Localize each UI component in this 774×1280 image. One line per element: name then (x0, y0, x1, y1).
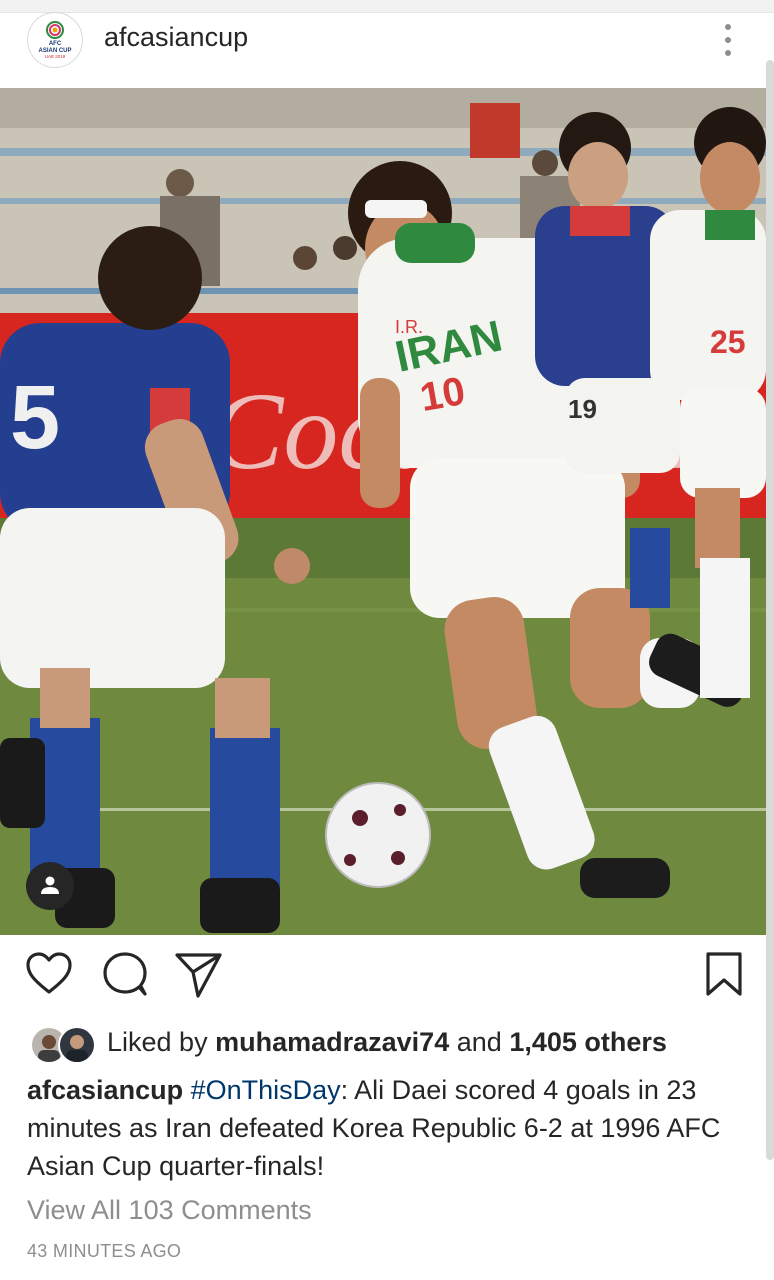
jersey-number-19: 19 (568, 394, 597, 424)
bookmark-icon (706, 952, 742, 996)
likes-count[interactable]: 1,405 others (509, 1027, 667, 1057)
football-photo: Coca-Cola 5 IRAN 10 I.R. (0, 88, 766, 935)
jersey-number-25: 25 (710, 324, 746, 360)
more-options-button[interactable] (715, 20, 741, 60)
view-all-comments-link[interactable]: View All 103 Comments (27, 1195, 312, 1226)
likes-and: and (456, 1027, 502, 1057)
share-button[interactable] (174, 950, 224, 1003)
likes-summary: Liked by muhamadrazavi74 and 1,405 other… (107, 1027, 667, 1058)
tagged-people-button[interactable] (26, 862, 74, 910)
post-photo[interactable]: Coca-Cola 5 IRAN 10 I.R. (0, 88, 766, 935)
account-avatar[interactable]: AFC ASIAN CUP UAE 2019 (27, 12, 83, 68)
jersey-prefix: I.R. (395, 317, 423, 337)
send-icon (175, 953, 222, 998)
afc-logo: AFC ASIAN CUP UAE 2019 (29, 14, 81, 66)
logo-line-1: AFC (49, 41, 62, 47)
post-username[interactable]: afcasiancup (104, 22, 248, 53)
heart-icon (26, 952, 72, 994)
more-vertical-icon (725, 24, 731, 30)
like-button[interactable] (25, 950, 73, 1003)
post-timestamp: 43 MINUTES AGO (27, 1241, 182, 1261)
caption-hashtag[interactable]: #OnThisDay (191, 1075, 341, 1105)
more-dot (725, 50, 731, 56)
more-dot (725, 37, 731, 43)
liker-avatar (58, 1026, 96, 1064)
likes-row[interactable]: Liked by muhamadrazavi74 and 1,405 other… (30, 1024, 750, 1064)
comment-button[interactable] (101, 950, 149, 1003)
logo-line-3: UAE 2019 (45, 54, 66, 59)
caption-username[interactable]: afcasiancup (27, 1075, 183, 1105)
svg-text:5: 5 (10, 368, 60, 468)
post-header: AFC ASIAN CUP UAE 2019 afcasiancup (0, 12, 774, 88)
save-button[interactable] (704, 950, 744, 1003)
jersey-number: 10 (417, 369, 468, 420)
post-caption: afcasiancup #OnThisDay: Ali Daei scored … (27, 1071, 747, 1185)
likes-prefix: Liked by (107, 1027, 208, 1057)
comment-icon (103, 952, 147, 996)
liker-username[interactable]: muhamadrazavi74 (215, 1027, 449, 1057)
post-actions (0, 950, 774, 1010)
person-icon (41, 876, 59, 894)
